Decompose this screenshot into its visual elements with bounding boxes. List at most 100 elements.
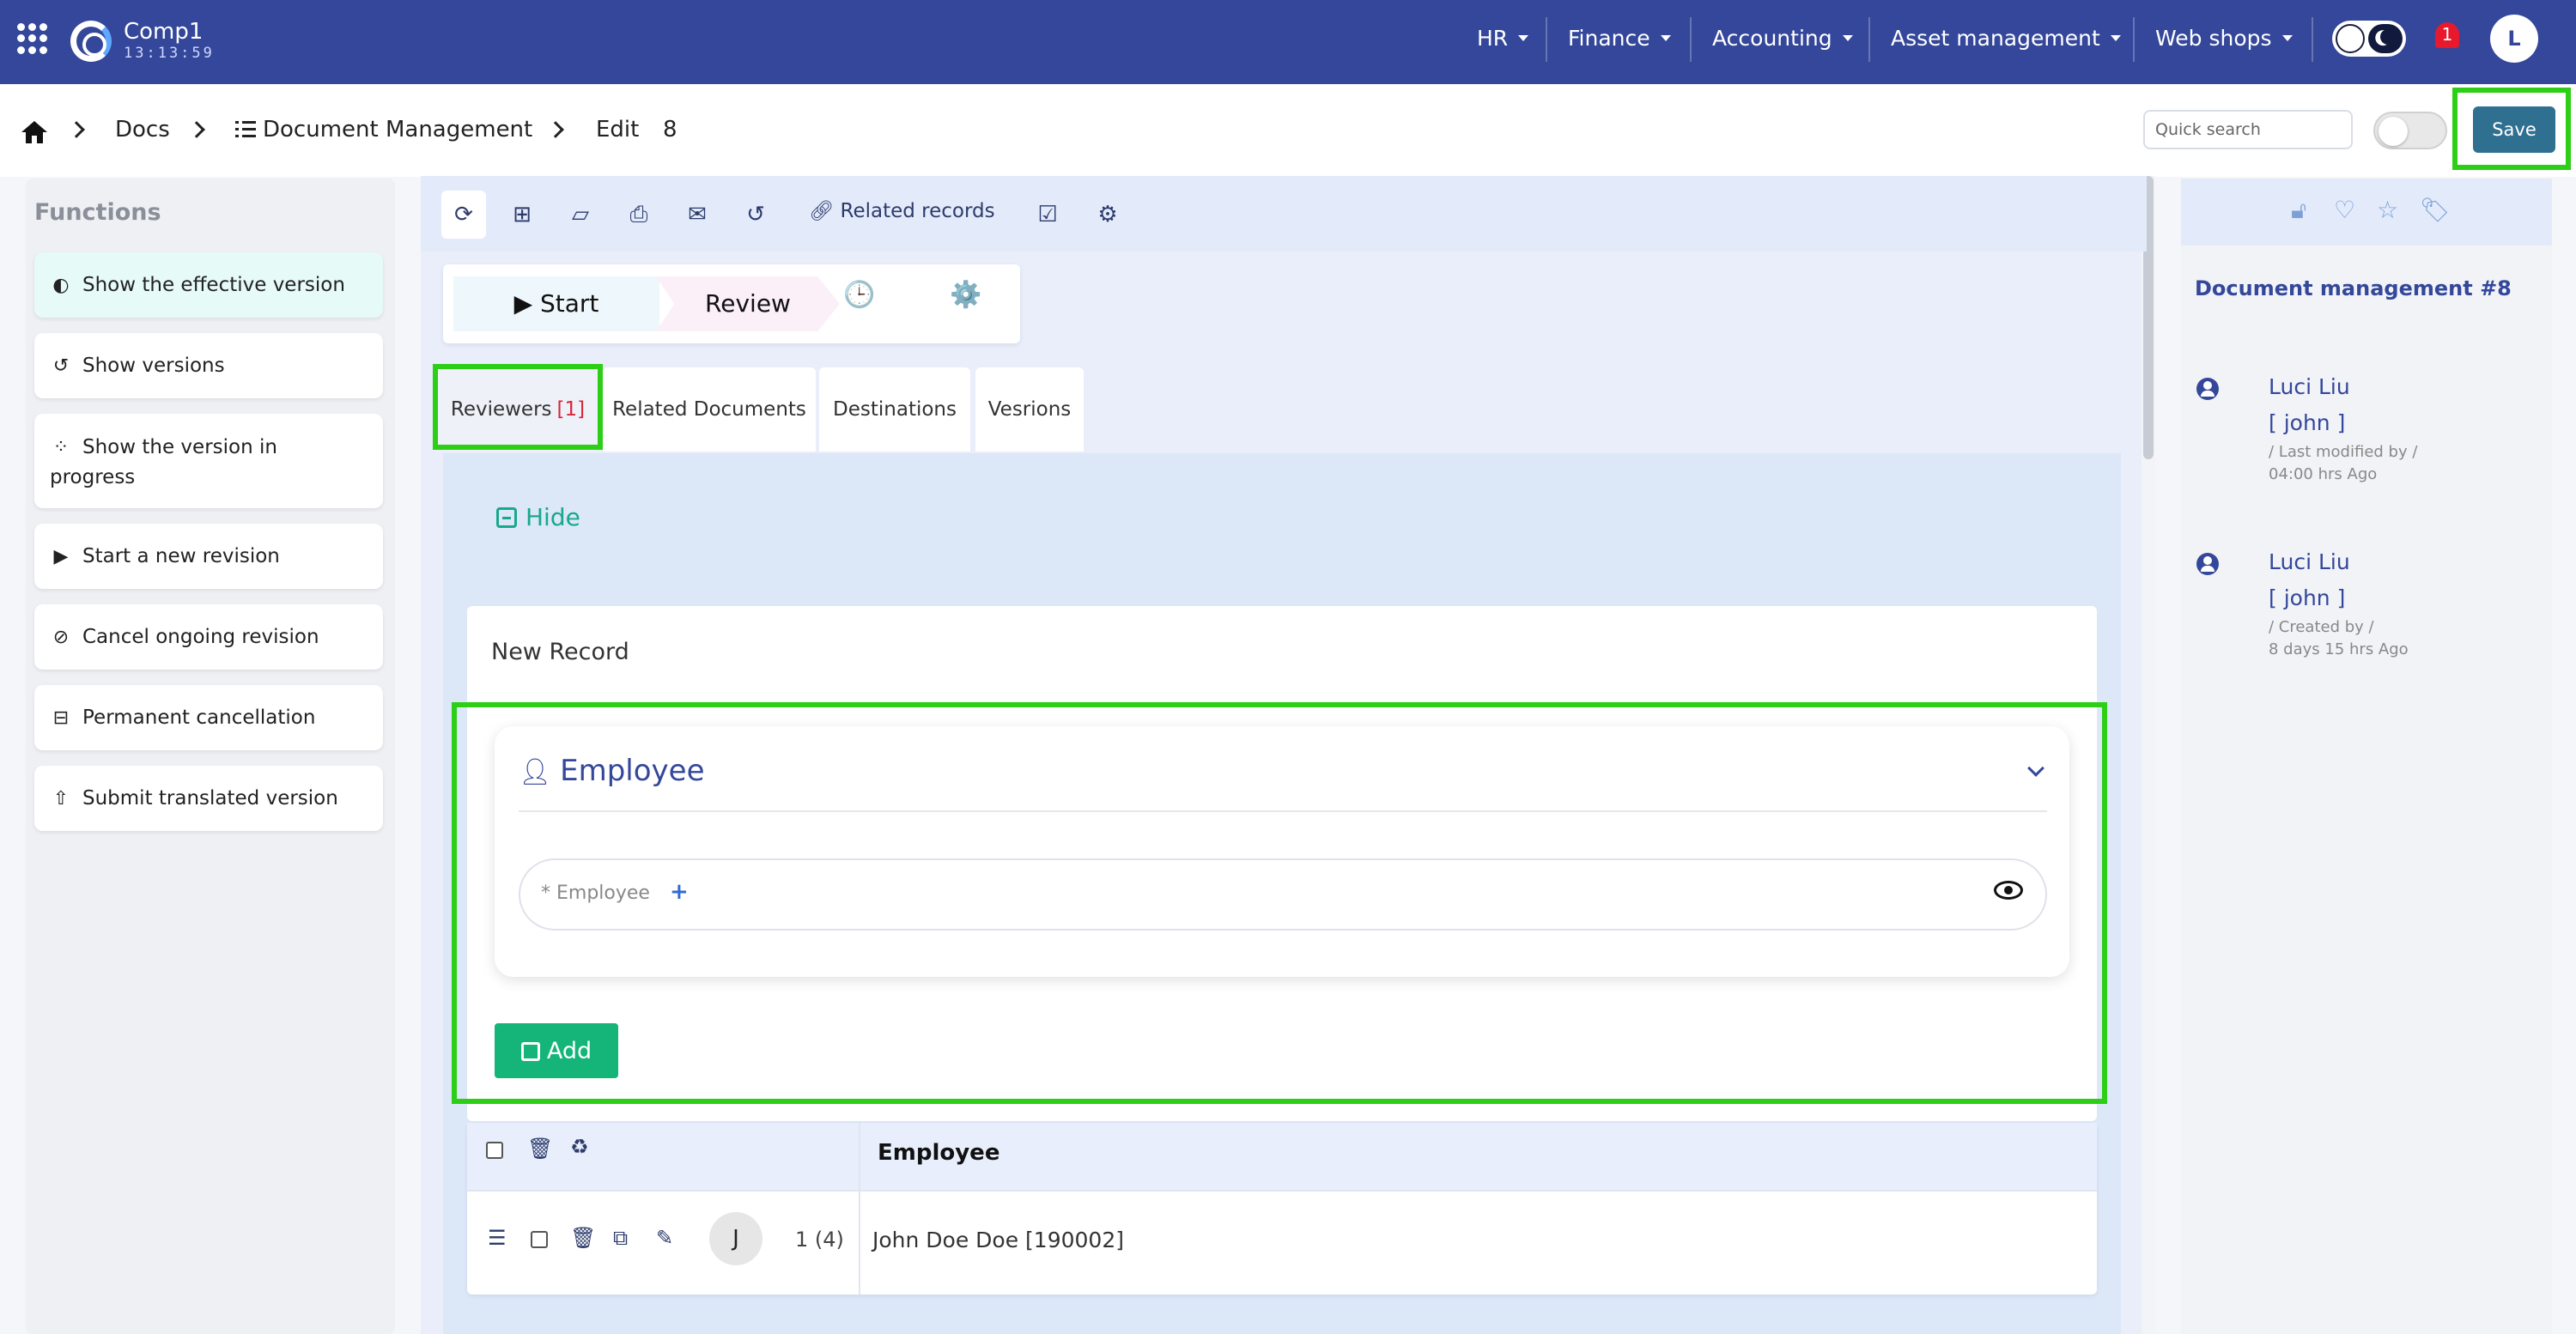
tag-icon[interactable]: 🏷︎ — [2420, 196, 2451, 224]
grid-row-divider — [467, 1190, 2097, 1192]
function-show-version-in-progress[interactable]: ⁘ Show the version in progress — [34, 414, 383, 508]
new-record-title: New Record — [491, 639, 629, 665]
unlock-icon[interactable]: 🔓︎ — [2291, 196, 2306, 225]
clock-icon[interactable]: 🕒 — [843, 280, 875, 310]
workflow-step-start[interactable]: ▶ Start — [453, 276, 659, 331]
modified-by-name[interactable]: Luci Liu — [2269, 374, 2350, 399]
mail-icon[interactable]: ✉ — [680, 197, 714, 232]
quick-search-input[interactable] — [2143, 110, 2353, 149]
home-icon[interactable] — [21, 120, 48, 144]
modified-by-user: [ john ] — [2269, 410, 2346, 435]
employee-select-field[interactable] — [519, 858, 2047, 931]
select-all-checkbox[interactable] — [486, 1142, 503, 1159]
record-id: 8 — [663, 117, 677, 142]
function-submit-translated-version[interactable]: ⇧ Submit translated version — [34, 766, 383, 831]
tab-related-documents[interactable]: Related Documents — [603, 367, 816, 452]
caret-down-icon — [1518, 34, 1529, 41]
menu-finance[interactable]: Finance — [1568, 0, 1671, 76]
notification-bell-icon[interactable]: 1 — [2432, 19, 2463, 53]
nav-divider — [2312, 17, 2313, 62]
employee-section-title[interactable]: 👤︎ Employee — [519, 754, 704, 788]
copy-icon[interactable]: ⧉ — [613, 1226, 628, 1250]
row-employee-cell[interactable]: John Doe Doe [190002] — [872, 1228, 1124, 1252]
menu-web-shops[interactable]: Web shops — [2155, 0, 2293, 76]
notification-count: 1 — [2441, 24, 2453, 45]
nav-divider — [1868, 17, 1870, 62]
nav-divider — [1690, 17, 1692, 62]
created-by-user: [ john ] — [2269, 585, 2346, 610]
theme-toggle[interactable] — [2332, 21, 2406, 57]
user-circle-icon — [2196, 378, 2219, 400]
play-icon: ▶ — [53, 545, 69, 567]
print-icon[interactable]: ⎙ — [622, 197, 656, 232]
row-avatar: J — [709, 1212, 762, 1265]
history-icon: ↺ — [52, 355, 70, 377]
employee-field-label: * Employee — [541, 882, 650, 904]
add-employee-plus-icon[interactable]: + — [670, 879, 689, 905]
menu-accounting[interactable]: Accounting — [1712, 0, 1853, 76]
mode-switch[interactable] — [2373, 112, 2447, 149]
breadcrumb-edit: Edit — [596, 117, 640, 142]
eye-icon[interactable] — [1994, 881, 2023, 900]
function-show-effective-version[interactable]: ◐ Show the effective version — [34, 252, 383, 318]
company-name[interactable]: Comp1 — [124, 19, 203, 45]
workflow-step-review[interactable]: Review — [656, 276, 840, 331]
created-time: 8 days 15 hrs Ago — [2269, 640, 2409, 658]
modified-time: 04:00 hrs Ago — [2269, 465, 2378, 483]
column-header-employee[interactable]: Employee — [878, 1140, 999, 1166]
spinner-icon: ⁘ — [52, 437, 70, 458]
functions-title: Functions — [34, 199, 161, 226]
save-disk-icon — [520, 1041, 540, 1061]
checklist-icon[interactable]: ☑ — [1030, 197, 1065, 232]
tab-reviewers[interactable]: Reviewers [1] — [436, 367, 599, 452]
trash-icon[interactable]: 🗑︎ — [527, 1137, 553, 1161]
edit-icon[interactable]: ✎ — [656, 1226, 673, 1250]
star-icon[interactable]: ☆ — [2377, 196, 2398, 224]
breadcrumb-document-management[interactable]: Document Management — [235, 117, 532, 142]
shield-half-icon: ◐ — [52, 274, 70, 296]
record-info-panel — [2181, 179, 2552, 1334]
tab-destinations[interactable]: Destinations — [819, 367, 970, 452]
document-title: Document management #8 — [2195, 276, 2512, 300]
heart-icon[interactable]: ♡ — [2334, 196, 2355, 224]
history-icon[interactable]: ↺ — [738, 197, 773, 232]
ban-icon: ⊘ — [52, 626, 70, 648]
user-circle-icon — [2196, 553, 2219, 575]
apps-grid-icon[interactable] — [17, 23, 48, 54]
company-logo-icon — [70, 21, 112, 62]
workflow-gear-icon[interactable]: ⚙️ — [950, 280, 981, 310]
row-checkbox[interactable] — [531, 1231, 548, 1248]
settings-gear-icon[interactable]: ⚙ — [1091, 197, 1125, 232]
caret-down-icon — [2110, 34, 2121, 41]
menu-asset-management[interactable]: Asset management — [1891, 0, 2121, 76]
function-cancel-ongoing-revision[interactable]: ⊘ Cancel ongoing revision — [34, 604, 383, 670]
function-show-versions[interactable]: ↺ Show versions — [34, 333, 383, 398]
modified-by-label: / Last modified by / — [2269, 443, 2418, 461]
reviewers-count-badge: [1] — [556, 398, 586, 421]
function-start-new-revision[interactable]: ▶ Start a new revision — [34, 524, 383, 589]
trash-icon[interactable]: 🗑︎ — [570, 1226, 596, 1250]
clock: 13:13:59 — [124, 45, 215, 62]
grid-header — [467, 1123, 2097, 1190]
user-avatar[interactable]: L — [2490, 15, 2538, 63]
caret-down-icon — [2281, 34, 2293, 41]
function-permanent-cancellation[interactable]: ⊟ Permanent cancellation — [34, 685, 383, 750]
created-by-name[interactable]: Luci Liu — [2269, 549, 2350, 574]
add-button[interactable]: Add — [495, 1023, 618, 1078]
recycle-icon[interactable]: ♻︎ — [570, 1135, 589, 1159]
row-index: 1 (4) — [795, 1228, 844, 1252]
save-button[interactable]: Save — [2473, 106, 2555, 153]
add-square-icon[interactable]: ⊞ — [505, 197, 539, 232]
hide-link[interactable]: Hide — [496, 503, 580, 531]
menu-hr[interactable]: HR — [1477, 0, 1529, 76]
tab-versions[interactable]: Vesrions — [975, 367, 1084, 452]
divider — [519, 810, 2047, 812]
minus-square-icon: ⊟ — [52, 706, 70, 729]
drag-handle-icon[interactable]: ☰ — [488, 1226, 507, 1250]
note-icon[interactable]: ▱ — [563, 197, 598, 232]
user-tie-icon: 👤︎ — [519, 757, 552, 787]
related-records-link[interactable]: 🔗︎ Related records — [809, 199, 995, 222]
breadcrumb-docs[interactable]: Docs — [115, 117, 170, 142]
record-info-toolbar — [2181, 179, 2552, 246]
refresh-icon[interactable]: ⟳ — [441, 191, 486, 239]
